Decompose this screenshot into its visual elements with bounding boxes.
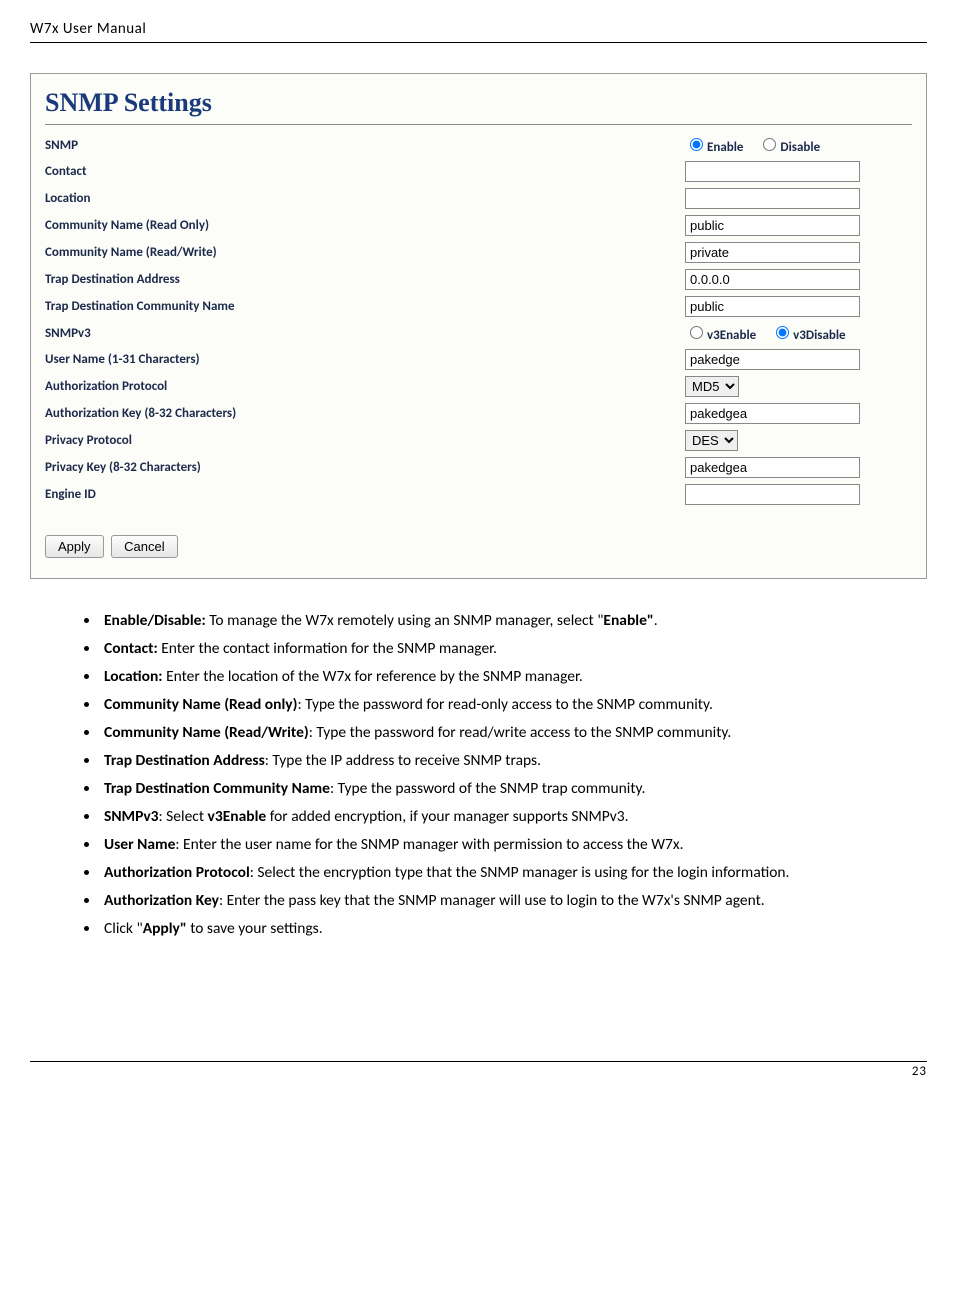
- snmp-disable-label: Disable: [780, 140, 820, 155]
- trap-addr-label: Trap Destination Address: [45, 272, 685, 287]
- description-list: Enable/Disable: To manage the W7x remote…: [30, 609, 927, 941]
- v3enable-label: v3Enable: [707, 328, 756, 343]
- contact-input[interactable]: [685, 161, 860, 182]
- list-item: Authorization Key: Enter the pass key th…: [100, 889, 927, 913]
- panel-title: SNMP Settings: [45, 88, 912, 125]
- community-ro-input[interactable]: [685, 215, 860, 236]
- trap-comm-label: Trap Destination Community Name: [45, 299, 685, 314]
- list-item: Contact: Enter the contact information f…: [100, 637, 927, 661]
- doc-header-title: W7x User Manual: [30, 20, 927, 38]
- list-item: Click "Apply" to save your settings.: [100, 917, 927, 941]
- location-label: Location: [45, 191, 685, 206]
- page-number: 23: [30, 1064, 927, 1079]
- snmp-enable-radio[interactable]: [690, 138, 703, 151]
- apply-button[interactable]: Apply: [45, 535, 104, 558]
- privproto-label: Privacy Protocol: [45, 433, 685, 448]
- location-input[interactable]: [685, 188, 860, 209]
- list-item: User Name: Enter the user name for the S…: [100, 833, 927, 857]
- list-item: Authorization Protocol: Select the encry…: [100, 861, 927, 885]
- username-label: User Name (1-31 Characters): [45, 352, 685, 367]
- privproto-select[interactable]: DES: [685, 430, 738, 451]
- list-item: Location: Enter the location of the W7x …: [100, 665, 927, 689]
- authkey-input[interactable]: [685, 403, 860, 424]
- v3disable-radio[interactable]: [776, 326, 789, 339]
- engineid-label: Engine ID: [45, 487, 685, 502]
- v3enable-radio[interactable]: [690, 326, 703, 339]
- footer-rule: [30, 1061, 927, 1062]
- trap-comm-input[interactable]: [685, 296, 860, 317]
- authproto-select[interactable]: MD5: [685, 376, 739, 397]
- authkey-label: Authorization Key (8-32 Characters): [45, 406, 685, 421]
- community-ro-label: Community Name (Read Only): [45, 218, 685, 233]
- snmp-disable-radio[interactable]: [763, 138, 776, 151]
- list-item: Community Name (Read/Write): Type the pa…: [100, 721, 927, 745]
- list-item: SNMPv3: Select v3Enable for added encryp…: [100, 805, 927, 829]
- list-item: Enable/Disable: To manage the W7x remote…: [100, 609, 927, 633]
- list-item: Trap Destination Address: Type the IP ad…: [100, 749, 927, 773]
- v3disable-label: v3Disable: [793, 328, 845, 343]
- snmp-label: SNMP: [45, 138, 685, 153]
- snmp-settings-screenshot: SNMP Settings SNMP Enable Disable Contac…: [30, 73, 927, 579]
- engineid-input[interactable]: [685, 484, 860, 505]
- header-rule: [30, 42, 927, 43]
- community-rw-label: Community Name (Read/Write): [45, 245, 685, 260]
- snmp-enable-label: Enable: [707, 140, 743, 155]
- community-rw-input[interactable]: [685, 242, 860, 263]
- list-item: Community Name (Read only): Type the pas…: [100, 693, 927, 717]
- username-input[interactable]: [685, 349, 860, 370]
- contact-label: Contact: [45, 164, 685, 179]
- privkey-input[interactable]: [685, 457, 860, 478]
- authproto-label: Authorization Protocol: [45, 379, 685, 394]
- trap-addr-input[interactable]: [685, 269, 860, 290]
- snmpv3-label: SNMPv3: [45, 326, 685, 341]
- privkey-label: Privacy Key (8-32 Characters): [45, 460, 685, 475]
- list-item: Trap Destination Community Name: Type th…: [100, 777, 927, 801]
- cancel-button[interactable]: Cancel: [111, 535, 177, 558]
